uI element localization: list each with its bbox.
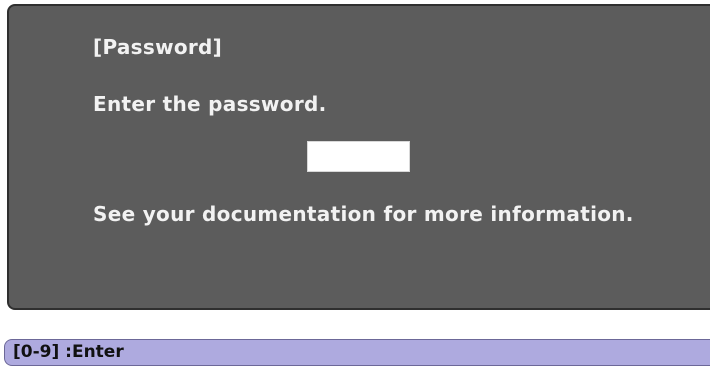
dialog-title: [Password]: [93, 35, 223, 59]
password-input[interactable]: [307, 141, 410, 172]
status-bar: [0-9] :Enter: [4, 339, 710, 366]
key-hint: [0-9] :Enter: [13, 342, 124, 362]
documentation-info: See your documentation for more informat…: [93, 202, 634, 226]
password-prompt: Enter the password.: [93, 92, 327, 116]
password-dialog: [Password] Enter the password. See your …: [7, 4, 710, 310]
